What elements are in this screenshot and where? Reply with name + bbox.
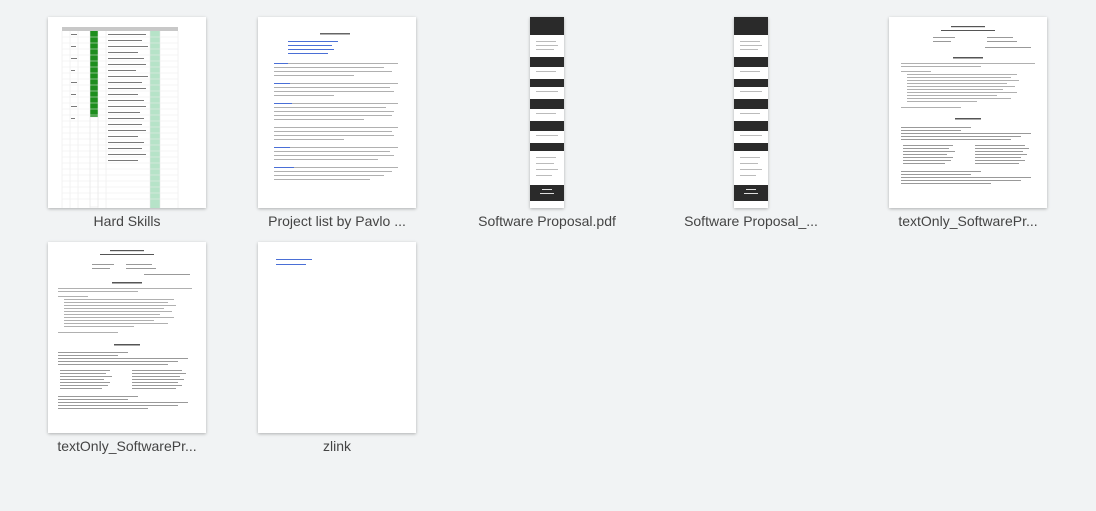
file-name[interactable]: Hard Skills — [28, 213, 226, 229]
file-name[interactable]: Software Proposal.pdf — [448, 213, 646, 229]
document-thumbnail-icon[interactable] — [889, 17, 1047, 208]
file-name[interactable]: textOnly_SoftwarePr... — [28, 438, 226, 454]
document-thumbnail-icon[interactable] — [258, 17, 416, 208]
spreadsheet-thumbnail-icon[interactable] — [48, 17, 206, 208]
file-grid: Hard Skills Project list by Pavlo ... So… — [0, 0, 1096, 511]
file-name[interactable]: textOnly_SoftwarePr... — [869, 213, 1067, 229]
file-name[interactable]: Software Proposal_... — [652, 213, 850, 229]
document-thumbnail-icon[interactable] — [258, 242, 416, 433]
pdf-thumbnail-icon[interactable] — [734, 17, 768, 208]
document-thumbnail-icon[interactable] — [48, 242, 206, 433]
file-name[interactable]: Project list by Pavlo ... — [238, 213, 436, 229]
pdf-thumbnail-icon[interactable] — [530, 17, 564, 208]
file-name[interactable]: zlink — [238, 438, 436, 454]
